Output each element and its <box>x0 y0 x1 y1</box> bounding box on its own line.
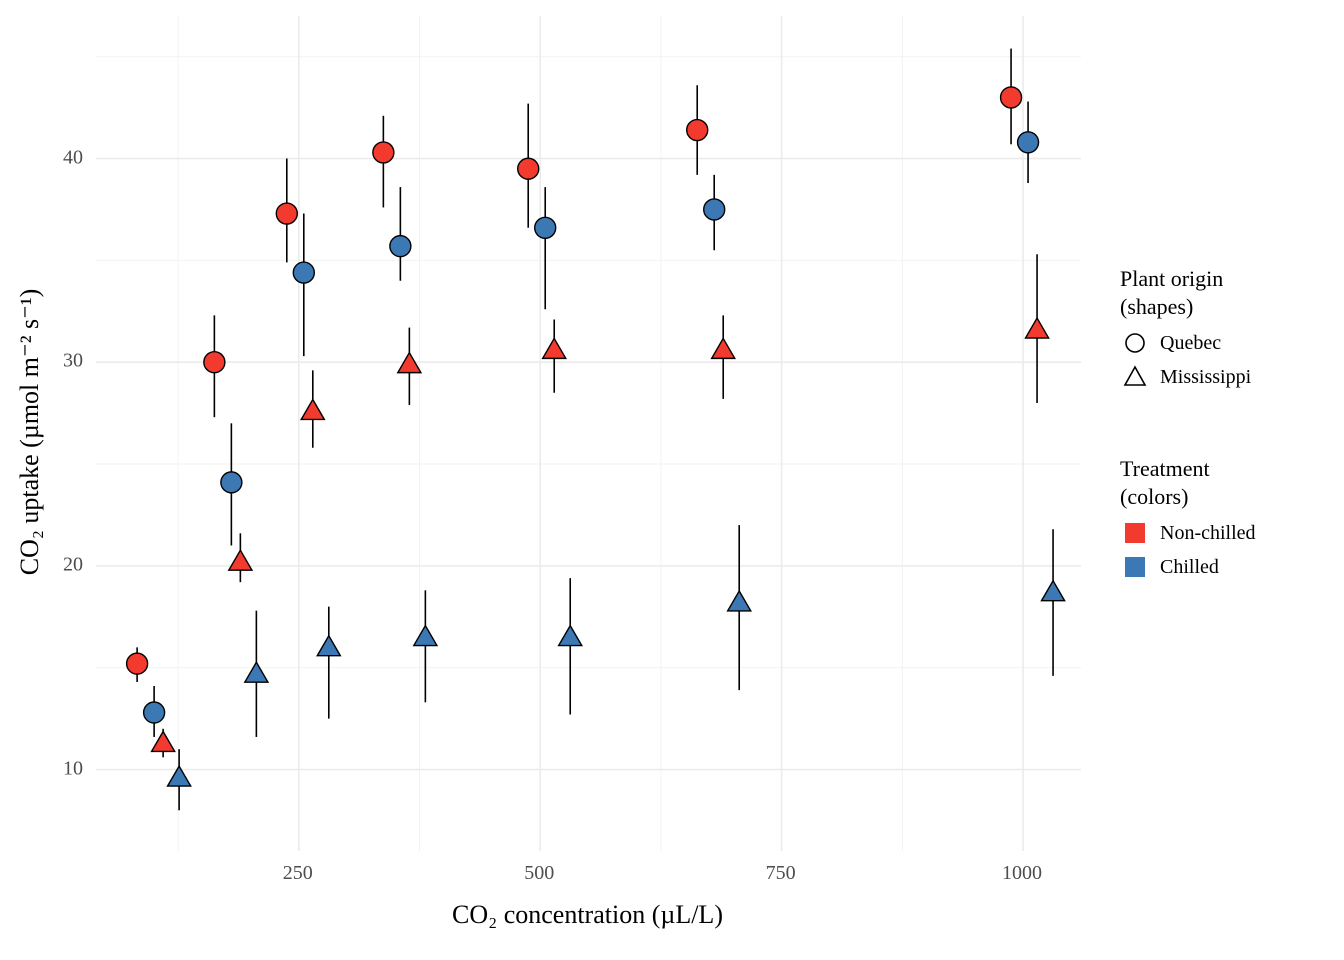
x-tick-label: 250 <box>283 862 313 885</box>
circle-icon <box>1120 328 1150 358</box>
data-point <box>1001 87 1022 108</box>
legend-label: Non-chilled <box>1160 522 1256 545</box>
legend-shape-title: Plant origin (shapes) <box>1120 265 1320 320</box>
plot-svg <box>96 16 1081 851</box>
x-tick-label: 1000 <box>1002 862 1042 885</box>
data-point <box>245 662 268 682</box>
data-point <box>712 338 735 358</box>
data-point <box>535 217 556 238</box>
y-tick-label: 40 <box>63 146 83 169</box>
data-point <box>293 262 314 283</box>
data-point <box>728 591 751 611</box>
data-point <box>276 203 297 224</box>
data-point <box>1025 318 1048 338</box>
data-point <box>373 142 394 163</box>
data-point <box>152 731 175 751</box>
data-point <box>390 236 411 257</box>
data-point <box>317 636 340 656</box>
data-point <box>229 550 252 570</box>
swatch-icon <box>1120 552 1150 582</box>
y-axis-title: CO₂ uptake (µmol m⁻² s⁻¹) <box>15 289 45 576</box>
data-point <box>1018 132 1039 153</box>
swatch-icon <box>1120 518 1150 548</box>
data-point <box>414 626 437 646</box>
data-point <box>704 199 725 220</box>
data-point <box>1041 581 1064 601</box>
legend-color: Treatment (colors) Non-chilled Chilled <box>1120 455 1330 584</box>
plot-panel <box>95 15 1082 852</box>
legend-label: Chilled <box>1160 556 1219 579</box>
x-tick-label: 750 <box>766 862 796 885</box>
data-point <box>144 702 165 723</box>
legend-label: Quebec <box>1160 332 1221 355</box>
data-point <box>518 158 539 179</box>
data-point <box>127 653 148 674</box>
legend-shape-item-mississippi: Mississippi <box>1120 360 1320 394</box>
legend-color-item-chilled: Chilled <box>1120 550 1330 584</box>
data-point <box>301 400 324 420</box>
data-point <box>559 626 582 646</box>
legend-color-title: Treatment (colors) <box>1120 455 1330 510</box>
legend-shape: Plant origin (shapes) Quebec Mississippi <box>1120 265 1320 394</box>
chart-figure: { "chart_data": { "type": "scatter", "ti… <box>0 0 1344 960</box>
data-point <box>543 338 566 358</box>
y-tick-label: 20 <box>63 553 83 576</box>
data-point <box>204 352 225 373</box>
legend-color-item-nonchilled: Non-chilled <box>1120 516 1330 550</box>
data-point <box>221 472 242 493</box>
x-axis-title: CO₂ concentration (µL/L) <box>0 900 1175 930</box>
triangle-icon <box>1120 362 1150 392</box>
y-tick-label: 10 <box>63 757 83 780</box>
y-tick-label: 30 <box>63 350 83 373</box>
legend-label: Mississippi <box>1160 366 1251 389</box>
data-point <box>687 120 708 141</box>
legend-shape-item-quebec: Quebec <box>1120 326 1320 360</box>
x-tick-label: 500 <box>524 862 554 885</box>
